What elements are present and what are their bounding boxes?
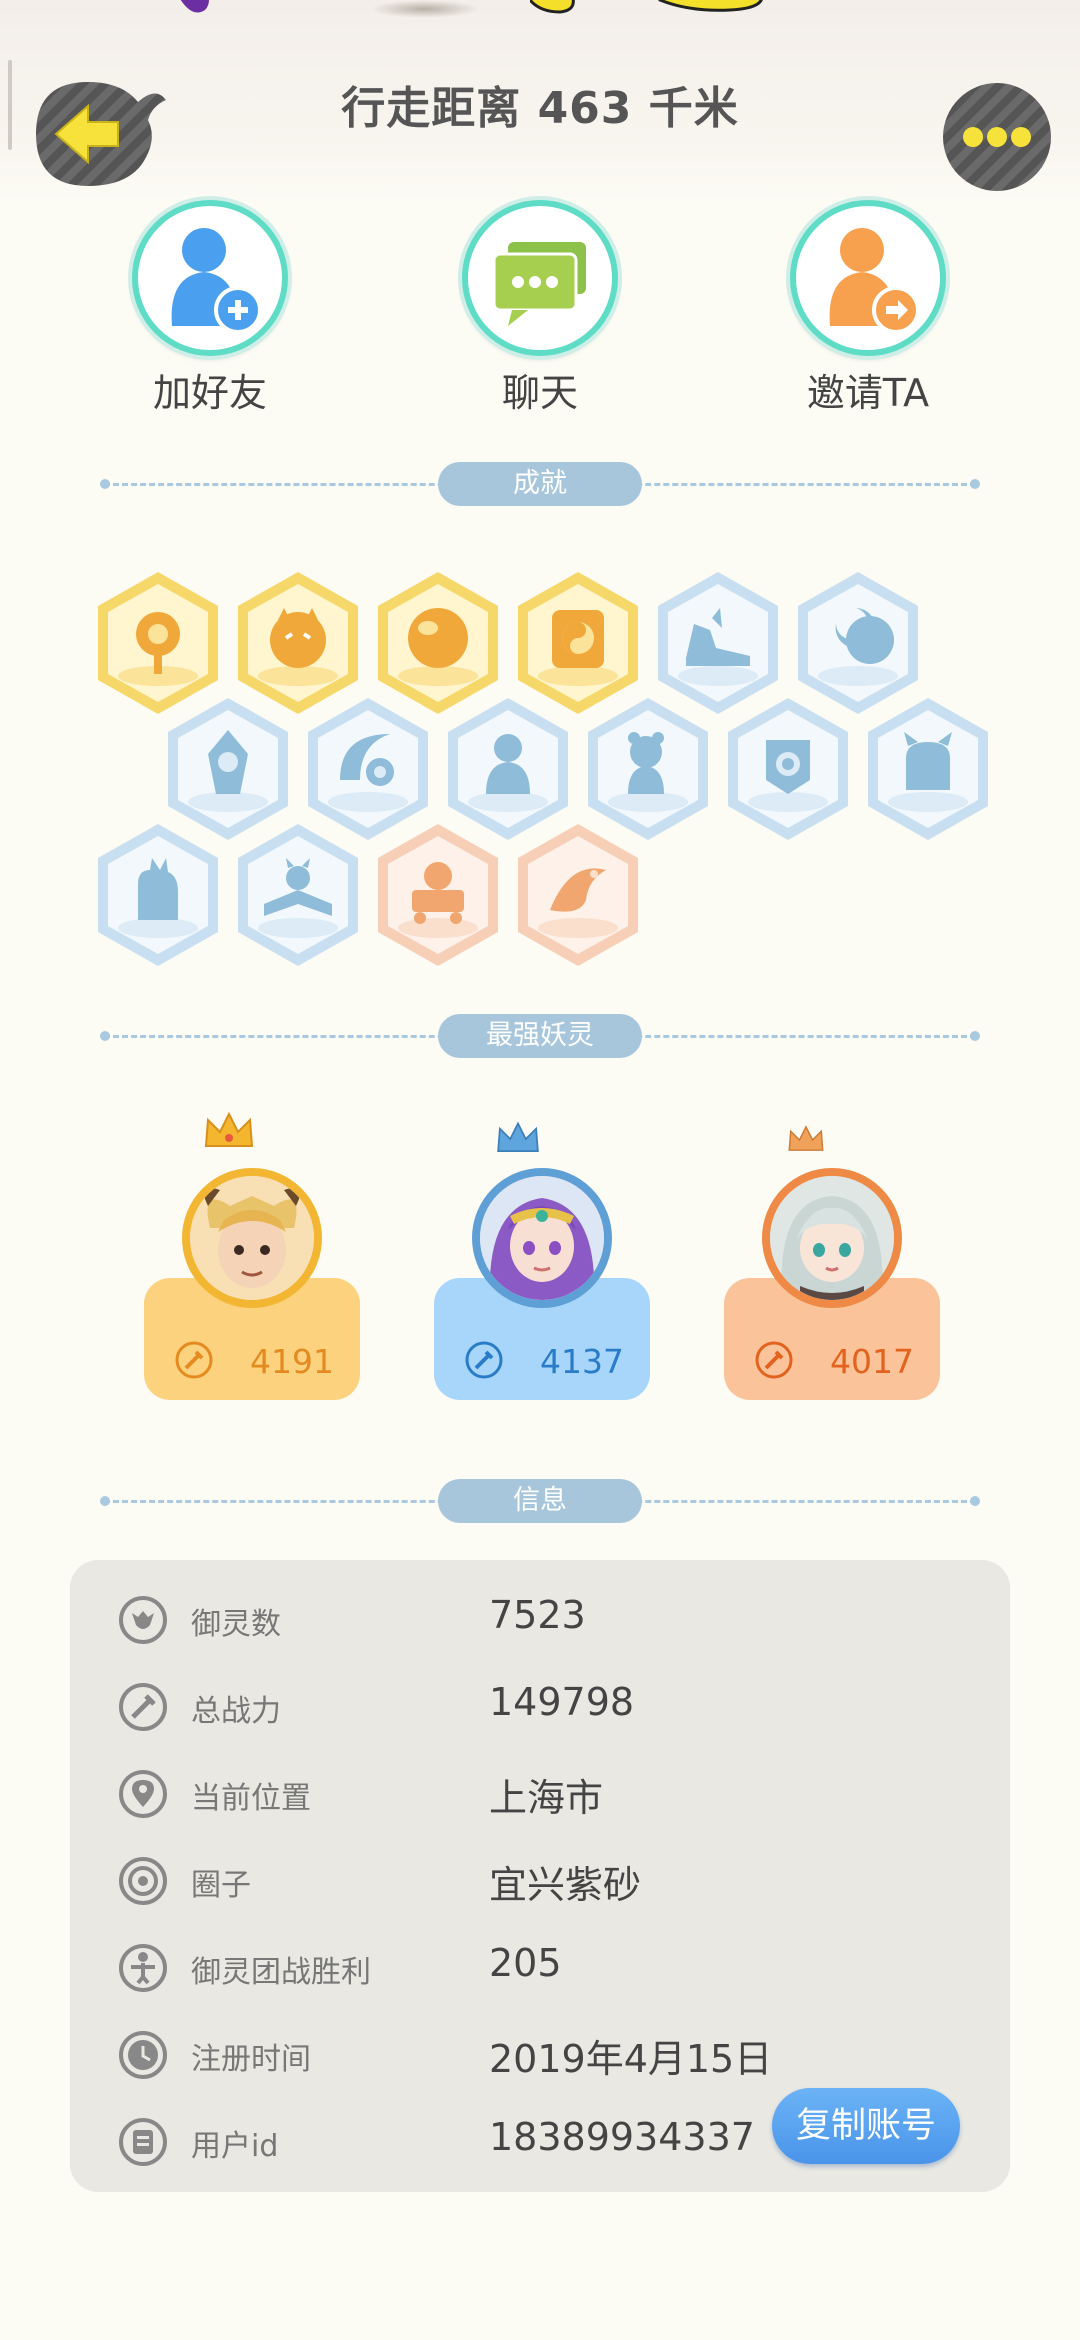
team-battle-icon bbox=[119, 1944, 167, 1992]
silver-hair-girl-avatar bbox=[762, 1168, 902, 1308]
divider-dot bbox=[100, 1031, 110, 1041]
spirit-power-value: 4017 bbox=[830, 1342, 914, 1381]
combat-power-icon bbox=[755, 1341, 793, 1379]
info-label: 当前位置 bbox=[191, 1781, 311, 1816]
info-value: 18389934337 bbox=[489, 2115, 755, 2159]
koi-fish-badge-icon bbox=[518, 824, 638, 966]
add-friend-icon bbox=[132, 200, 288, 356]
spirit-count-icon bbox=[119, 1596, 167, 1644]
divider-dot bbox=[970, 479, 980, 489]
info-value: 7523 bbox=[489, 1593, 586, 1637]
achievement-badge[interactable] bbox=[90, 820, 226, 970]
divider-dot bbox=[970, 1031, 980, 1041]
shield-badge-icon bbox=[728, 698, 848, 840]
achievement-badge[interactable] bbox=[720, 694, 856, 844]
info-label: 御灵数 bbox=[191, 1607, 281, 1642]
strongest-spirit-2[interactable]: 4137 bbox=[434, 1110, 650, 1400]
chat-button[interactable]: 聊天 bbox=[450, 200, 630, 417]
spirit-power-value: 4137 bbox=[540, 1342, 624, 1381]
purple-hair-girl-avatar bbox=[472, 1168, 612, 1308]
info-label: 注册时间 bbox=[191, 2042, 311, 2077]
info-row-circle: 圈子 宜兴紫砂 bbox=[70, 1836, 1010, 1922]
info-title: 信息 bbox=[438, 1479, 642, 1523]
circle-group-icon bbox=[119, 1857, 167, 1905]
spirit-power: 4017 bbox=[754, 1340, 924, 1384]
info-section-header: 信息 bbox=[100, 1479, 980, 1523]
info-value: 205 bbox=[489, 1941, 562, 1985]
info-label: 总战力 bbox=[191, 1694, 281, 1729]
invite-icon bbox=[790, 200, 946, 356]
more-options-button[interactable] bbox=[940, 82, 1054, 192]
gold-crown-icon bbox=[204, 1111, 254, 1147]
strongest-spirit-1[interactable]: 4191 bbox=[144, 1110, 360, 1400]
info-row-spirit-count: 御灵数 7523 bbox=[70, 1575, 1010, 1661]
shadow-decoration bbox=[370, 0, 480, 18]
info-value: 宜兴紫砂 bbox=[489, 1863, 642, 1907]
info-row-location: 当前位置 上海市 bbox=[70, 1749, 1010, 1835]
info-label: 用户id bbox=[191, 2129, 279, 2164]
strongest-section-header: 最强妖灵 bbox=[100, 1014, 980, 1058]
copy-account-button[interactable]: 复制账号 bbox=[772, 2088, 960, 2164]
achievement-badge[interactable] bbox=[860, 694, 996, 844]
cart-cat-badge-icon bbox=[378, 824, 498, 966]
info-value: 149798 bbox=[489, 1680, 635, 1724]
cat-silhouette-badge-icon bbox=[98, 824, 218, 966]
achievement-badge[interactable] bbox=[230, 820, 366, 970]
book-fox-badge-icon bbox=[238, 824, 358, 966]
info-row-register-time: 注册时间 2019年4月15日 bbox=[70, 2010, 1010, 2096]
divider-dot bbox=[100, 479, 110, 489]
yellow-creature-decoration bbox=[530, 0, 763, 14]
invite-label: 邀请TA bbox=[806, 371, 930, 415]
location-pin-icon bbox=[119, 1770, 167, 1818]
clock-icon bbox=[119, 2031, 167, 2079]
spirit-power-value: 4191 bbox=[250, 1342, 334, 1381]
combat-power-icon bbox=[175, 1341, 213, 1379]
achievement-badge[interactable] bbox=[370, 820, 506, 970]
info-label: 御灵团战胜利 bbox=[191, 1955, 371, 1990]
blue-crown-icon bbox=[497, 1121, 539, 1152]
strongest-spirit-3[interactable]: 4017 bbox=[724, 1110, 940, 1400]
divider-dot bbox=[970, 1496, 980, 1506]
bronze-crown-icon bbox=[788, 1125, 824, 1151]
add-friend-button[interactable]: 加好友 bbox=[120, 200, 300, 417]
info-value: 2019年4月15日 bbox=[489, 2037, 773, 2081]
total-power-icon bbox=[119, 1683, 167, 1731]
chat-label: 聊天 bbox=[501, 371, 578, 415]
creature-tail-decoration bbox=[180, 0, 209, 13]
divider-dot bbox=[100, 1496, 110, 1506]
info-label: 圈子 bbox=[191, 1868, 251, 1903]
info-row-total-power: 总战力 149798 bbox=[70, 1662, 1010, 1748]
horned-creature-badge-icon bbox=[868, 698, 988, 840]
spirit-power: 4137 bbox=[464, 1340, 634, 1384]
spirit-power: 4191 bbox=[174, 1340, 344, 1384]
invite-button[interactable]: 邀请TA bbox=[778, 200, 958, 417]
more-dots-icon bbox=[943, 83, 1051, 191]
page-title: 行走距离 463 千米 bbox=[341, 83, 739, 134]
info-value: 上海市 bbox=[489, 1776, 604, 1820]
chat-icon bbox=[462, 200, 618, 356]
achievements-section-header: 成就 bbox=[100, 462, 980, 506]
add-friend-label: 加好友 bbox=[152, 371, 267, 415]
achievements-title: 成就 bbox=[438, 462, 642, 506]
horned-warrior-avatar bbox=[182, 1168, 322, 1308]
user-id-icon bbox=[119, 2118, 167, 2166]
info-panel: 御灵数 7523 总战力 149798 当前位置 上海市 圈子 宜兴紫砂 御灵团… bbox=[70, 1560, 1010, 2192]
info-row-team-battle: 御灵团战胜利 205 bbox=[70, 1923, 1010, 2009]
strongest-title: 最强妖灵 bbox=[438, 1014, 642, 1058]
combat-power-icon bbox=[465, 1341, 503, 1379]
achievement-badge[interactable] bbox=[510, 820, 646, 970]
